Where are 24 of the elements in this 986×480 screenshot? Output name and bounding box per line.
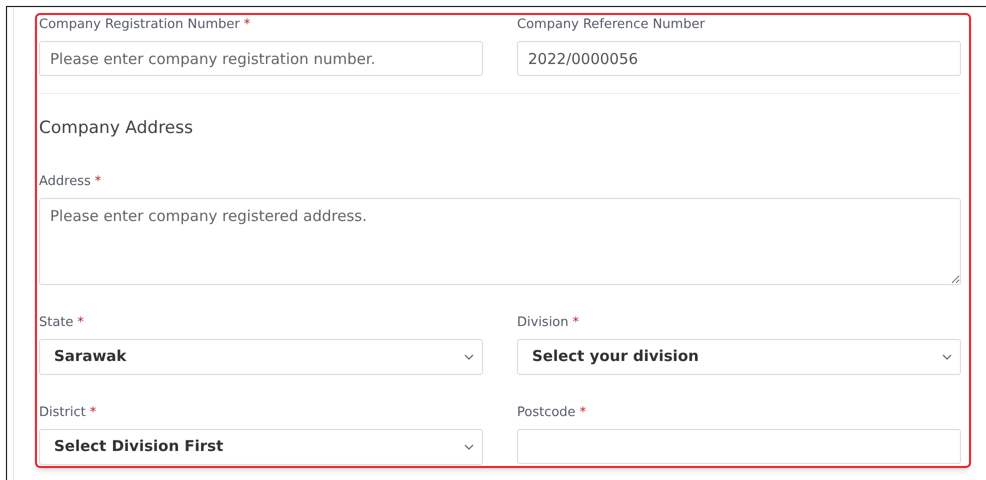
field-label: Company Reference Number (517, 16, 705, 34)
required-mark: * (90, 404, 96, 422)
field-label: Company Registration Number (39, 16, 240, 34)
field-label: Postcode (517, 404, 576, 422)
required-mark: * (77, 314, 84, 332)
select-field[interactable]: Select Division First (39, 428, 483, 464)
chevron-icon (464, 444, 474, 450)
required-mark: * (580, 404, 586, 422)
field-label: District (39, 404, 86, 422)
chevron-icon (942, 354, 952, 360)
input-field[interactable]: 2022/0000056 (517, 41, 961, 76)
chevron-icon (464, 354, 474, 360)
input-field[interactable] (517, 428, 961, 464)
required-mark: * (244, 16, 250, 34)
section-title: Company Address (39, 117, 194, 140)
input-field[interactable]: Please enter company registration number. (39, 41, 483, 76)
address-field[interactable]: Please enter company registered address. (39, 198, 961, 284)
required-mark: * (572, 314, 580, 332)
required-mark: * (94, 172, 102, 191)
field-label: Address (39, 172, 91, 191)
select-field[interactable]: Select your division (517, 338, 961, 374)
field-label: Division (517, 314, 569, 332)
field-label: State (39, 314, 74, 332)
select-field[interactable]: Sarawak (39, 338, 483, 374)
